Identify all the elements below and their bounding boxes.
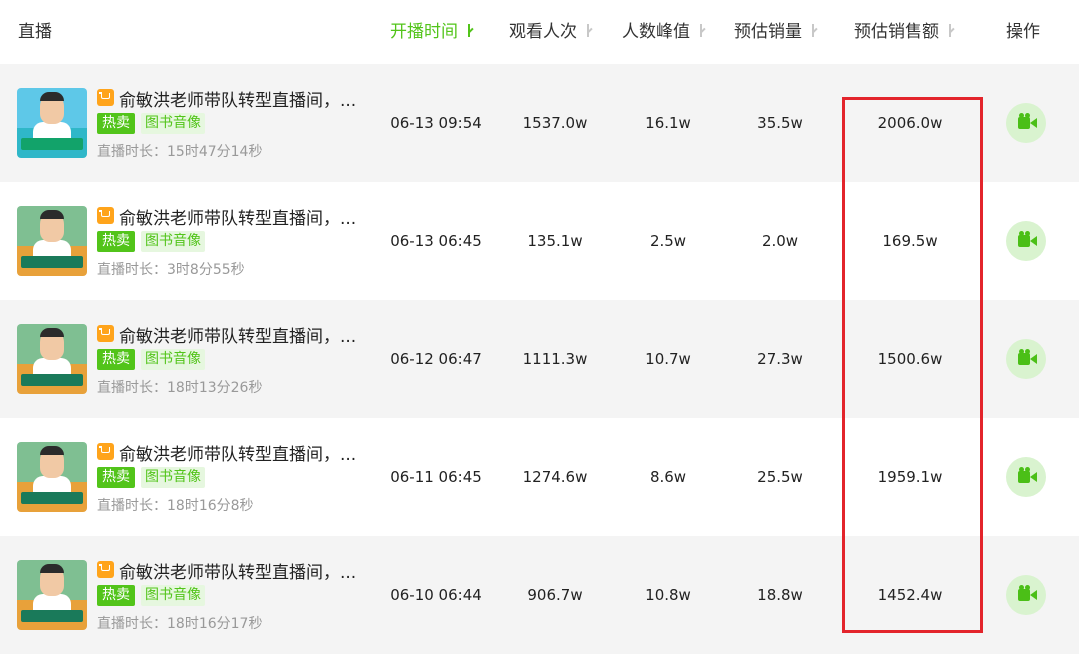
shopping-cart-icon [97,561,114,578]
start-time: 06-10 06:44 [390,586,482,604]
views-count: 1111.3w [522,350,588,368]
hot-sale-badge: 热卖 [97,231,135,252]
views-count: 135.1w [527,232,583,250]
estimated-gmv: 1500.6w [877,350,943,368]
peak-viewers: 10.8w [645,586,691,604]
hot-sale-badge: 热卖 [97,349,135,370]
table-header: 直播 开播时间 观看人次 人数峰值 预估销量 预估销售额 操作 [0,0,1079,65]
table-row[interactable]: 俞敏洪老师带队转型直播间，... 热卖 图书音像 直播时长：18时16分17秒 … [0,536,1079,654]
video-replay-button[interactable] [1006,103,1046,143]
live-thumbnail[interactable] [17,442,87,512]
peak-viewers: 8.6w [649,468,687,486]
header-peak-sort[interactable]: 人数峰值 [622,0,706,64]
sort-arrow-down-icon [808,23,818,39]
live-duration: 直播时长：3时8分55秒 [97,262,245,278]
hot-sale-badge: 热卖 [97,113,135,134]
header-start-time-sort[interactable]: 开播时间 [390,0,474,64]
estimated-sales: 2.0w [761,232,799,250]
views-count: 1274.6w [522,468,588,486]
video-camera-icon [1018,589,1030,601]
estimated-gmv: 2006.0w [877,114,943,132]
live-thumbnail[interactable] [17,324,87,394]
shopping-cart-icon [97,89,114,106]
live-duration: 直播时长：18时16分17秒 [97,616,263,632]
table-row[interactable]: 俞敏洪老师带队转型直播间，... 热卖 图书音像 直播时长：15时47分14秒 … [0,64,1079,182]
sort-arrow-down-icon [583,23,593,39]
live-title-link[interactable]: 俞敏洪老师带队转型直播间，... [119,558,356,583]
hot-sale-badge: 热卖 [97,585,135,606]
category-badge: 图书音像 [141,113,205,134]
views-count: 1537.0w [522,114,588,132]
shopping-cart-icon [97,325,114,342]
peak-viewers: 16.1w [645,114,691,132]
video-replay-button[interactable] [1006,575,1046,615]
category-badge: 图书音像 [141,467,205,488]
header-est-gmv-sort[interactable]: 预估销售额 [854,0,955,64]
estimated-sales: 27.3w [757,350,803,368]
video-camera-icon [1018,235,1030,247]
peak-viewers: 2.5w [649,232,687,250]
shopping-cart-icon [97,207,114,224]
live-thumbnail[interactable] [17,560,87,630]
header-live: 直播 [18,22,52,42]
live-title-link[interactable]: 俞敏洪老师带队转型直播间，... [119,322,356,347]
start-time: 06-11 06:45 [390,468,482,486]
sort-arrow-down-icon [945,23,955,39]
start-time: 06-12 06:47 [390,350,482,368]
views-count: 906.7w [527,586,583,604]
live-duration: 直播时长：15时47分14秒 [97,144,263,160]
live-duration: 直播时长：18时16分8秒 [97,498,254,514]
peak-viewers: 10.7w [645,350,691,368]
live-title-link[interactable]: 俞敏洪老师带队转型直播间，... [119,204,356,229]
category-badge: 图书音像 [141,231,205,252]
video-camera-icon [1018,117,1030,129]
estimated-sales: 25.5w [757,468,803,486]
category-badge: 图书音像 [141,349,205,370]
shopping-cart-icon [97,443,114,460]
table-row[interactable]: 俞敏洪老师带队转型直播间，... 热卖 图书音像 直播时长：18时13分26秒 … [0,300,1079,418]
estimated-sales: 18.8w [757,586,803,604]
video-camera-icon [1018,353,1030,365]
live-thumbnail[interactable] [17,206,87,276]
header-views-sort[interactable]: 观看人次 [509,0,593,64]
start-time: 06-13 09:54 [390,114,482,132]
live-duration: 直播时长：18时13分26秒 [97,380,263,396]
live-title-link[interactable]: 俞敏洪老师带队转型直播间，... [119,440,356,465]
start-time: 06-13 06:45 [390,232,482,250]
table-row[interactable]: 俞敏洪老师带队转型直播间，... 热卖 图书音像 直播时长：3时8分55秒 06… [0,182,1079,300]
video-camera-icon [1018,471,1030,483]
category-badge: 图书音像 [141,585,205,606]
video-replay-button[interactable] [1006,457,1046,497]
video-replay-button[interactable] [1006,221,1046,261]
live-thumbnail[interactable] [17,88,87,158]
live-title-link[interactable]: 俞敏洪老师带队转型直播间，... [119,86,356,111]
sort-arrow-down-icon [464,23,474,39]
table-row[interactable]: 俞敏洪老师带队转型直播间，... 热卖 图书音像 直播时长：18时16分8秒 0… [0,418,1079,536]
estimated-gmv: 1959.1w [877,468,943,486]
estimated-gmv: 1452.4w [877,586,943,604]
sort-arrow-down-icon [696,23,706,39]
hot-sale-badge: 热卖 [97,467,135,488]
estimated-gmv: 169.5w [882,232,938,250]
estimated-sales: 35.5w [757,114,803,132]
video-replay-button[interactable] [1006,339,1046,379]
header-est-sales-sort[interactable]: 预估销量 [734,0,818,64]
header-actions: 操作 [1006,22,1040,42]
